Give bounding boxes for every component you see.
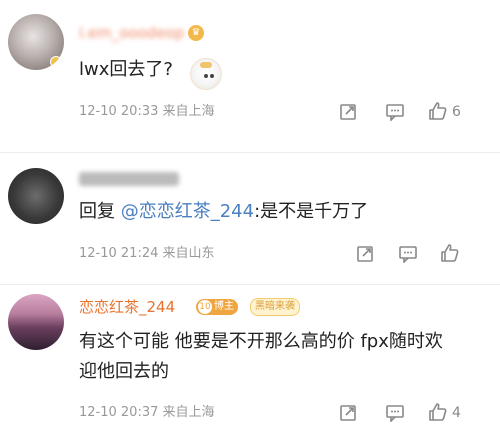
like-icon[interactable] (440, 243, 460, 263)
comment-text: 回复 @恋恋红茶_244:是不是千万了 (79, 198, 368, 226)
avatar[interactable] (8, 168, 64, 224)
comment-2: 回复 @恋恋红茶_244:是不是千万了 12-10 21:24 来自山东 (0, 152, 500, 282)
avatar[interactable] (8, 294, 64, 350)
comment-meta: 12-10 21:24 来自山东 (79, 246, 215, 262)
like-icon[interactable] (428, 402, 448, 422)
like-count: 4 (452, 405, 461, 421)
comment-icon[interactable] (385, 103, 405, 121)
username[interactable]: 恋恋红茶_244 (79, 298, 175, 316)
timestamp: 12-10 21:24 (79, 246, 159, 261)
share-icon[interactable] (339, 103, 357, 121)
crown-icon: ♛ (188, 25, 204, 41)
snowman-sticker-icon (190, 58, 222, 90)
timestamp: 12-10 20:37 (79, 405, 159, 420)
comment-1: i.em_ooodeop ♛ lwx回去了? 12-10 20:33 来自上海 … (0, 0, 500, 150)
reply-text: :是不是千万了 (254, 201, 369, 222)
avatar-badge-icon (50, 56, 62, 68)
share-icon[interactable] (356, 245, 374, 263)
like-count: 6 (452, 104, 461, 120)
fan-badge: 黑暗来袭 (250, 298, 300, 316)
reply-prefix: 回复 (79, 201, 115, 222)
comment-icon[interactable] (398, 245, 418, 263)
like-icon[interactable] (428, 101, 448, 121)
mention-link[interactable]: @恋恋红茶_244 (121, 201, 254, 222)
avatar[interactable] (8, 14, 64, 70)
level-icon: 10 (198, 300, 212, 314)
timestamp: 12-10 20:33 (79, 104, 159, 119)
comment-meta: 12-10 20:37 来自上海 (79, 405, 215, 421)
location: 来自山东 (162, 246, 215, 261)
comment-text: lwx回去了? (79, 59, 173, 80)
blogger-badge: 10 博主 (196, 299, 238, 315)
comment-text-line-1: 有这个可能 他要是不开那么高的价 fpx随时欢 (79, 331, 443, 352)
username[interactable] (79, 172, 179, 186)
comment-icon[interactable] (385, 404, 405, 422)
blogger-label: 博主 (214, 301, 234, 312)
comment-meta: 12-10 20:33 来自上海 (79, 104, 215, 120)
comment-3: 恋恋红茶_244 10 博主 黑暗来袭 有这个可能 他要是不开那么高的价 fpx随… (0, 284, 500, 440)
location: 来自上海 (162, 104, 215, 119)
username[interactable]: i.em_ooodeop (79, 24, 184, 42)
fan-badge-label: 黑暗来袭 (255, 301, 295, 312)
comment-text-line-2: 迎他回去的 (79, 361, 169, 382)
share-icon[interactable] (339, 404, 357, 422)
location: 来自上海 (162, 405, 215, 420)
